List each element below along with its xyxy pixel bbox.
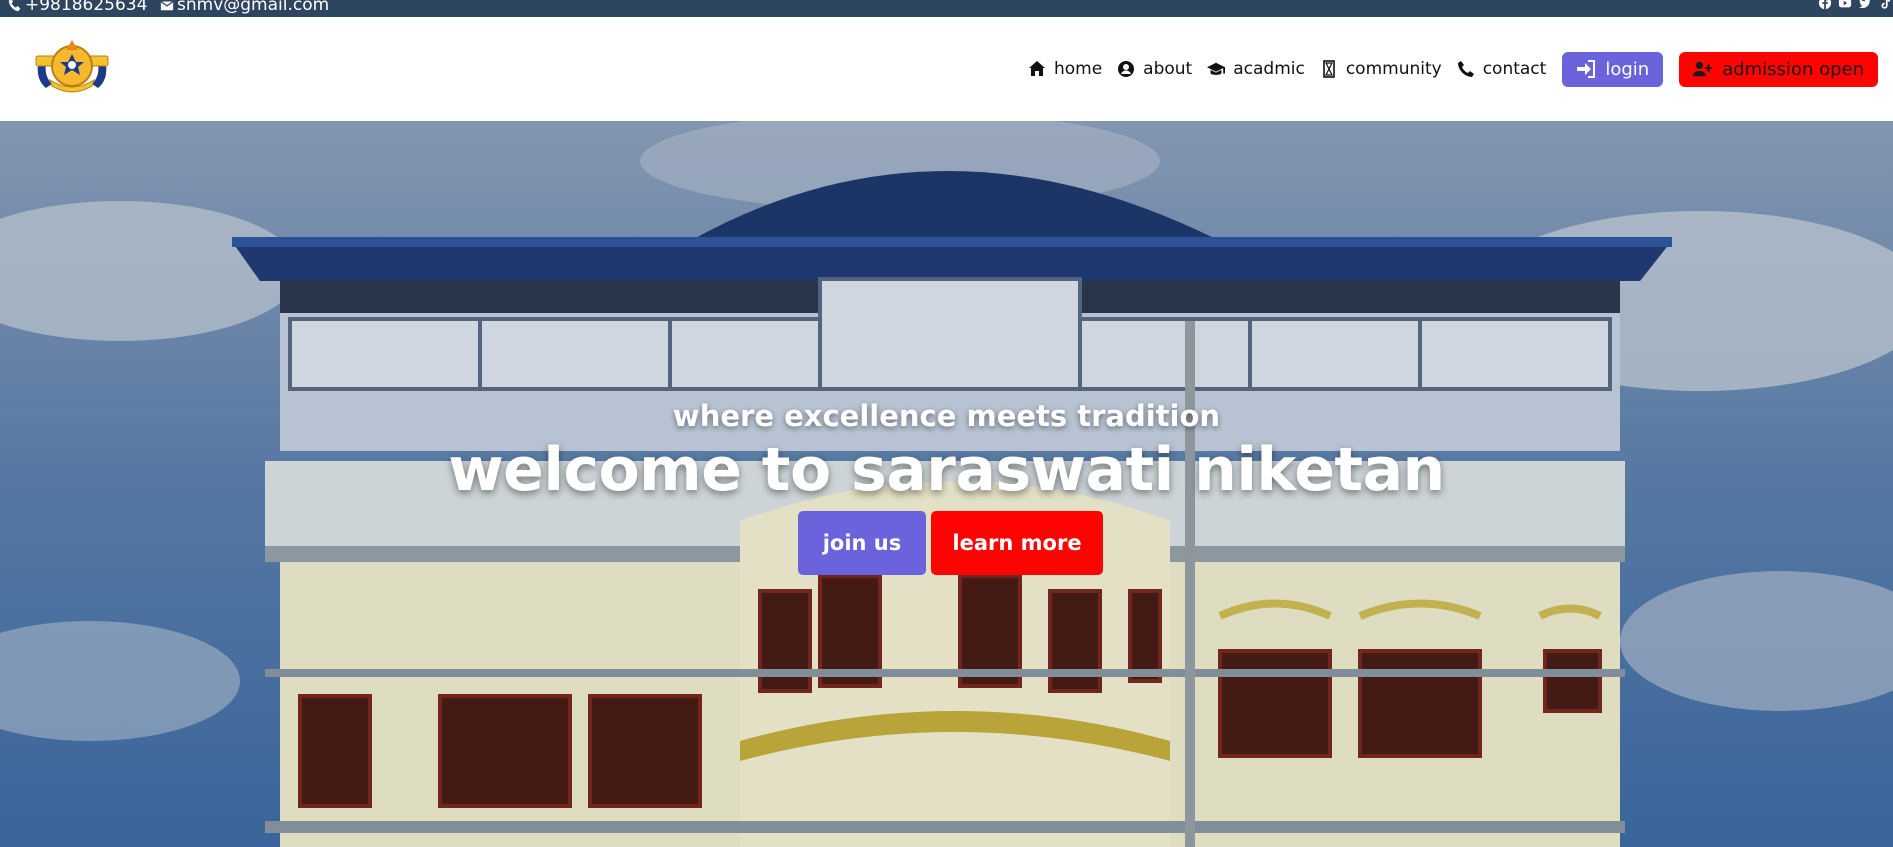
nav-about-label: about <box>1143 59 1193 79</box>
login-label: login <box>1605 58 1650 80</box>
admission-open-button[interactable]: admission open <box>1679 51 1878 87</box>
learn-more-button[interactable]: learn more <box>931 511 1103 575</box>
twitter-icon[interactable] <box>1857 0 1873 10</box>
join-us-button[interactable]: join us <box>798 511 926 575</box>
social-links <box>1817 0 1893 10</box>
hero-subtitle: where excellence meets tradition <box>672 399 1221 433</box>
home-icon <box>1028 61 1045 76</box>
hero-title: welcome to saraswati niketan <box>448 435 1445 505</box>
tiktok-icon[interactable] <box>1877 0 1893 10</box>
school-crest-logo[interactable] <box>34 36 110 96</box>
hourglass-icon <box>1323 60 1335 78</box>
top-phone[interactable]: +9818625634 <box>8 0 147 15</box>
top-email-text: snmv@gmail.com <box>177 0 330 15</box>
main-nav: home about acadmic community contact log… <box>1013 51 1893 87</box>
graduation-cap-icon <box>1207 62 1226 75</box>
site-header: home about acadmic community contact log… <box>0 17 1893 121</box>
top-contact-bar: +9818625634 snmv@gmail.com <box>0 0 1893 17</box>
admission-label: admission open <box>1722 58 1864 80</box>
login-button[interactable]: login <box>1562 51 1664 87</box>
nav-contact-label: contact <box>1482 59 1547 79</box>
sign-in-icon <box>1577 60 1596 78</box>
nav-about[interactable]: about <box>1117 59 1192 79</box>
envelope-icon <box>160 1 174 11</box>
facebook-icon[interactable] <box>1817 0 1833 10</box>
top-email[interactable]: snmv@gmail.com <box>160 0 329 15</box>
nav-academic-label: acadmic <box>1233 59 1305 79</box>
nav-home[interactable]: home <box>1028 59 1102 79</box>
phone-icon <box>8 0 21 12</box>
nav-contact[interactable]: contact <box>1457 59 1547 79</box>
nav-academic[interactable]: acadmic <box>1207 59 1305 79</box>
youtube-icon[interactable] <box>1837 0 1853 10</box>
hero-buttons: join us learn more <box>798 511 1103 575</box>
top-phone-text: +9818625634 <box>25 0 148 15</box>
phone-icon <box>1457 61 1474 77</box>
user-plus-icon <box>1693 61 1713 77</box>
user-circle-icon <box>1118 61 1135 77</box>
hero-section: where excellence meets tradition welcome… <box>0 121 1893 847</box>
nav-home-label: home <box>1053 59 1103 79</box>
nav-community-label: community <box>1345 59 1442 79</box>
nav-community[interactable]: community <box>1320 59 1442 79</box>
